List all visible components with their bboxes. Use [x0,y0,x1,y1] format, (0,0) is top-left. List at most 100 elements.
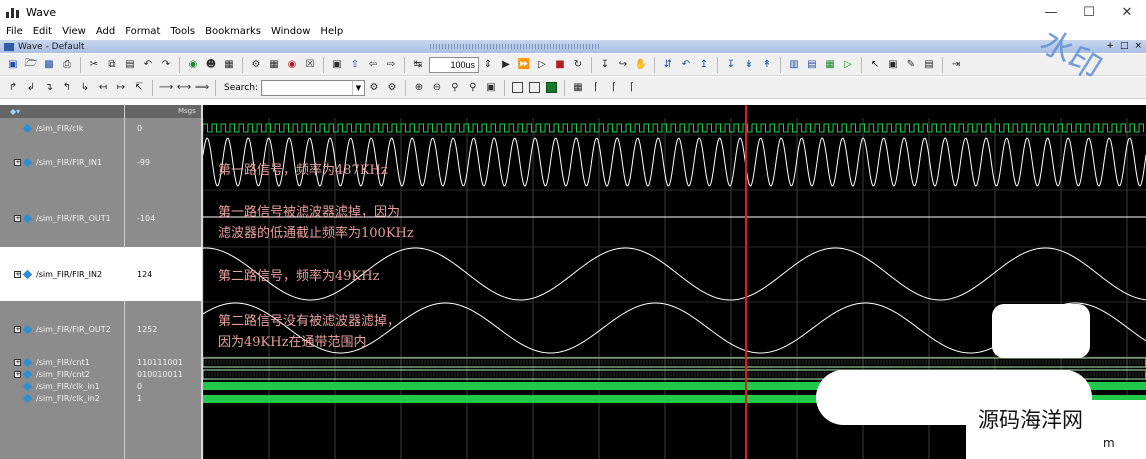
search-dropdown-icon[interactable]: ▼ [351,80,364,95]
edge-rise-icon[interactable]: ↱ [6,81,20,95]
stop-icon[interactable]: ■ [553,58,567,72]
hand-pan-icon[interactable]: ✋ [634,58,648,72]
signal-name[interactable]: /sim_FIR/clk_in2 [36,394,127,403]
dataflow-icon[interactable]: ▦ [571,81,585,95]
marker-three-icon[interactable]: ⌈ [625,81,639,95]
cursor-lock-icon[interactable]: ▦ [823,58,837,72]
clear-icon[interactable]: ☒ [303,58,317,72]
breakpoint-icon[interactable]: ◉ [285,58,299,72]
expand-plus-icon[interactable]: + [14,359,21,366]
search-options-icon[interactable]: ⚙ [385,81,399,95]
signal-name[interactable]: /sim_FIR/clk [36,124,127,133]
settings-gear-icon[interactable]: ⚙ [249,58,263,72]
cursor-next-icon[interactable]: ▷ [841,58,855,72]
edge-any-icon[interactable]: ↴ [42,81,56,95]
probe-over-icon[interactable]: ↡ [742,58,756,72]
edge-last-icon[interactable]: ↦ [114,81,128,95]
menu-edit[interactable]: Edit [33,26,52,37]
zoom-mode-icon[interactable]: ▣ [886,58,900,72]
edge-next-icon[interactable]: ↳ [78,81,92,95]
menu-window[interactable]: Window [271,26,310,37]
cursor-add-icon[interactable]: ▥ [787,58,801,72]
right-arrow-icon[interactable]: ⇨ [384,58,398,72]
signal-name[interactable]: /sim_FIR/FIR_OUT1 [36,214,127,223]
zoom-full-icon[interactable]: ⚲ [448,81,462,95]
menu-tools[interactable]: Tools [170,26,195,37]
print-icon[interactable]: ⎙ [60,58,74,72]
save-icon[interactable]: ▩ [42,58,56,72]
menu-help[interactable]: Help [320,26,343,37]
signal-row[interactable]: + /sim_FIR/cnt2 010010011 [0,369,202,380]
signal-row[interactable]: + /sim_FIR/cnt1 110111001 [0,357,202,368]
new-file-icon[interactable]: ▣ [6,58,20,72]
stretch-icon[interactable]: ▤ [922,58,936,72]
combine-signal-icon[interactable]: ⟷ [177,81,191,95]
layout-icon[interactable]: ▦ [222,58,236,72]
signal-row[interactable]: + /sim_FIR/FIR_OUT1 -104 [0,190,202,246]
zoom-range-icon[interactable]: ▣ [484,81,498,95]
signal-row[interactable]: + /sim_FIR/FIR_OUT2 1252 [0,302,202,356]
signal-name[interactable]: /sim_FIR/FIR_IN2 [36,270,127,279]
menu-bookmarks[interactable]: Bookmarks [205,26,261,37]
signal-name[interactable]: /sim_FIR/FIR_OUT2 [36,325,127,334]
menu-format[interactable]: Format [125,26,160,37]
probe-up-icon[interactable]: ↟ [760,58,774,72]
grid-icon[interactable]: ▦ [267,58,281,72]
run-length-icon[interactable]: ↹ [411,58,425,72]
signal-row[interactable]: /sim_FIR/clk_in1 0 [0,381,202,392]
find-icon[interactable]: ☻ [204,58,218,72]
search-input[interactable]: ▼ [260,79,365,96]
time-spinner-icon[interactable]: ⇕ [481,58,495,72]
search-binoculars-icon[interactable]: ⚙ [367,81,381,95]
run-icon[interactable]: ▶ [499,58,513,72]
subwindow-close-button[interactable]: × [1134,41,1142,51]
signal-list-icon[interactable]: ◆▾ [10,107,30,116]
split-signal-icon[interactable]: ⟹ [195,81,209,95]
edge-first-icon[interactable]: ↤ [96,81,110,95]
close-button[interactable]: ✕ [1108,0,1146,24]
expand-plus-icon[interactable]: + [14,325,21,333]
copy-icon[interactable]: ⧉ [105,58,119,72]
compile-icon[interactable]: ◉ [186,58,200,72]
continue-icon[interactable]: ▷ [535,58,549,72]
edge-fall-icon[interactable]: ↲ [24,81,38,95]
signal-name[interactable]: /sim_FIR/FIR_IN1 [36,158,127,167]
left-arrow-icon[interactable]: ⇦ [366,58,380,72]
edge-search-icon[interactable]: ↸ [132,81,146,95]
drag-grip[interactable] [430,44,600,49]
menu-view[interactable]: View [62,26,86,37]
select-pointer-icon[interactable]: ↖ [868,58,882,72]
edit-mode-icon[interactable]: ✎ [904,58,918,72]
expand-plus-icon[interactable]: + [14,270,21,278]
step-back-icon[interactable]: ↶ [679,58,693,72]
zoom-cursor-icon[interactable]: ⚲ [466,81,480,95]
step-icon[interactable]: ▣ [330,58,344,72]
signal-name[interactable]: /sim_FIR/cnt1 [36,358,127,367]
show-waves-icon[interactable] [545,82,557,93]
expand-plus-icon[interactable]: + [14,214,21,222]
maximize-button[interactable]: ☐ [1070,0,1108,24]
restart-icon[interactable]: ↻ [571,58,585,72]
cursor-delete-icon[interactable]: ▤ [805,58,819,72]
show-values-icon[interactable] [528,82,540,93]
marker-one-icon[interactable]: ⌈ [589,81,603,95]
undo-icon[interactable]: ↶ [141,58,155,72]
show-signal-names-icon[interactable] [511,82,523,93]
menu-file[interactable]: File [6,26,23,37]
signal-name[interactable]: /sim_FIR/clk_in1 [36,382,127,391]
up-arrow-icon[interactable]: ⇧ [348,58,362,72]
expand-plus-icon[interactable]: + [14,371,21,378]
marker-two-icon[interactable]: ⌈ [607,81,621,95]
probe-down-icon[interactable]: ↧ [724,58,738,72]
step-down-icon[interactable]: ⇵ [661,58,675,72]
run-all-icon[interactable]: ⏩ [517,58,531,72]
expand-plus-icon[interactable]: + [14,158,21,166]
signal-name[interactable]: /sim_FIR/cnt2 [36,370,127,379]
subwindow-undock-button[interactable]: □ [1120,41,1129,51]
signal-row[interactable]: + /sim_FIR/FIR_IN2 124 [0,247,202,301]
paste-icon[interactable]: ▤ [123,58,137,72]
expand-signal-icon[interactable]: ⟶ [159,81,173,95]
redo-icon[interactable]: ↷ [159,58,173,72]
zoom-out-icon[interactable]: ⊖ [430,81,444,95]
open-folder-icon[interactable]: 🗁 [24,58,38,72]
